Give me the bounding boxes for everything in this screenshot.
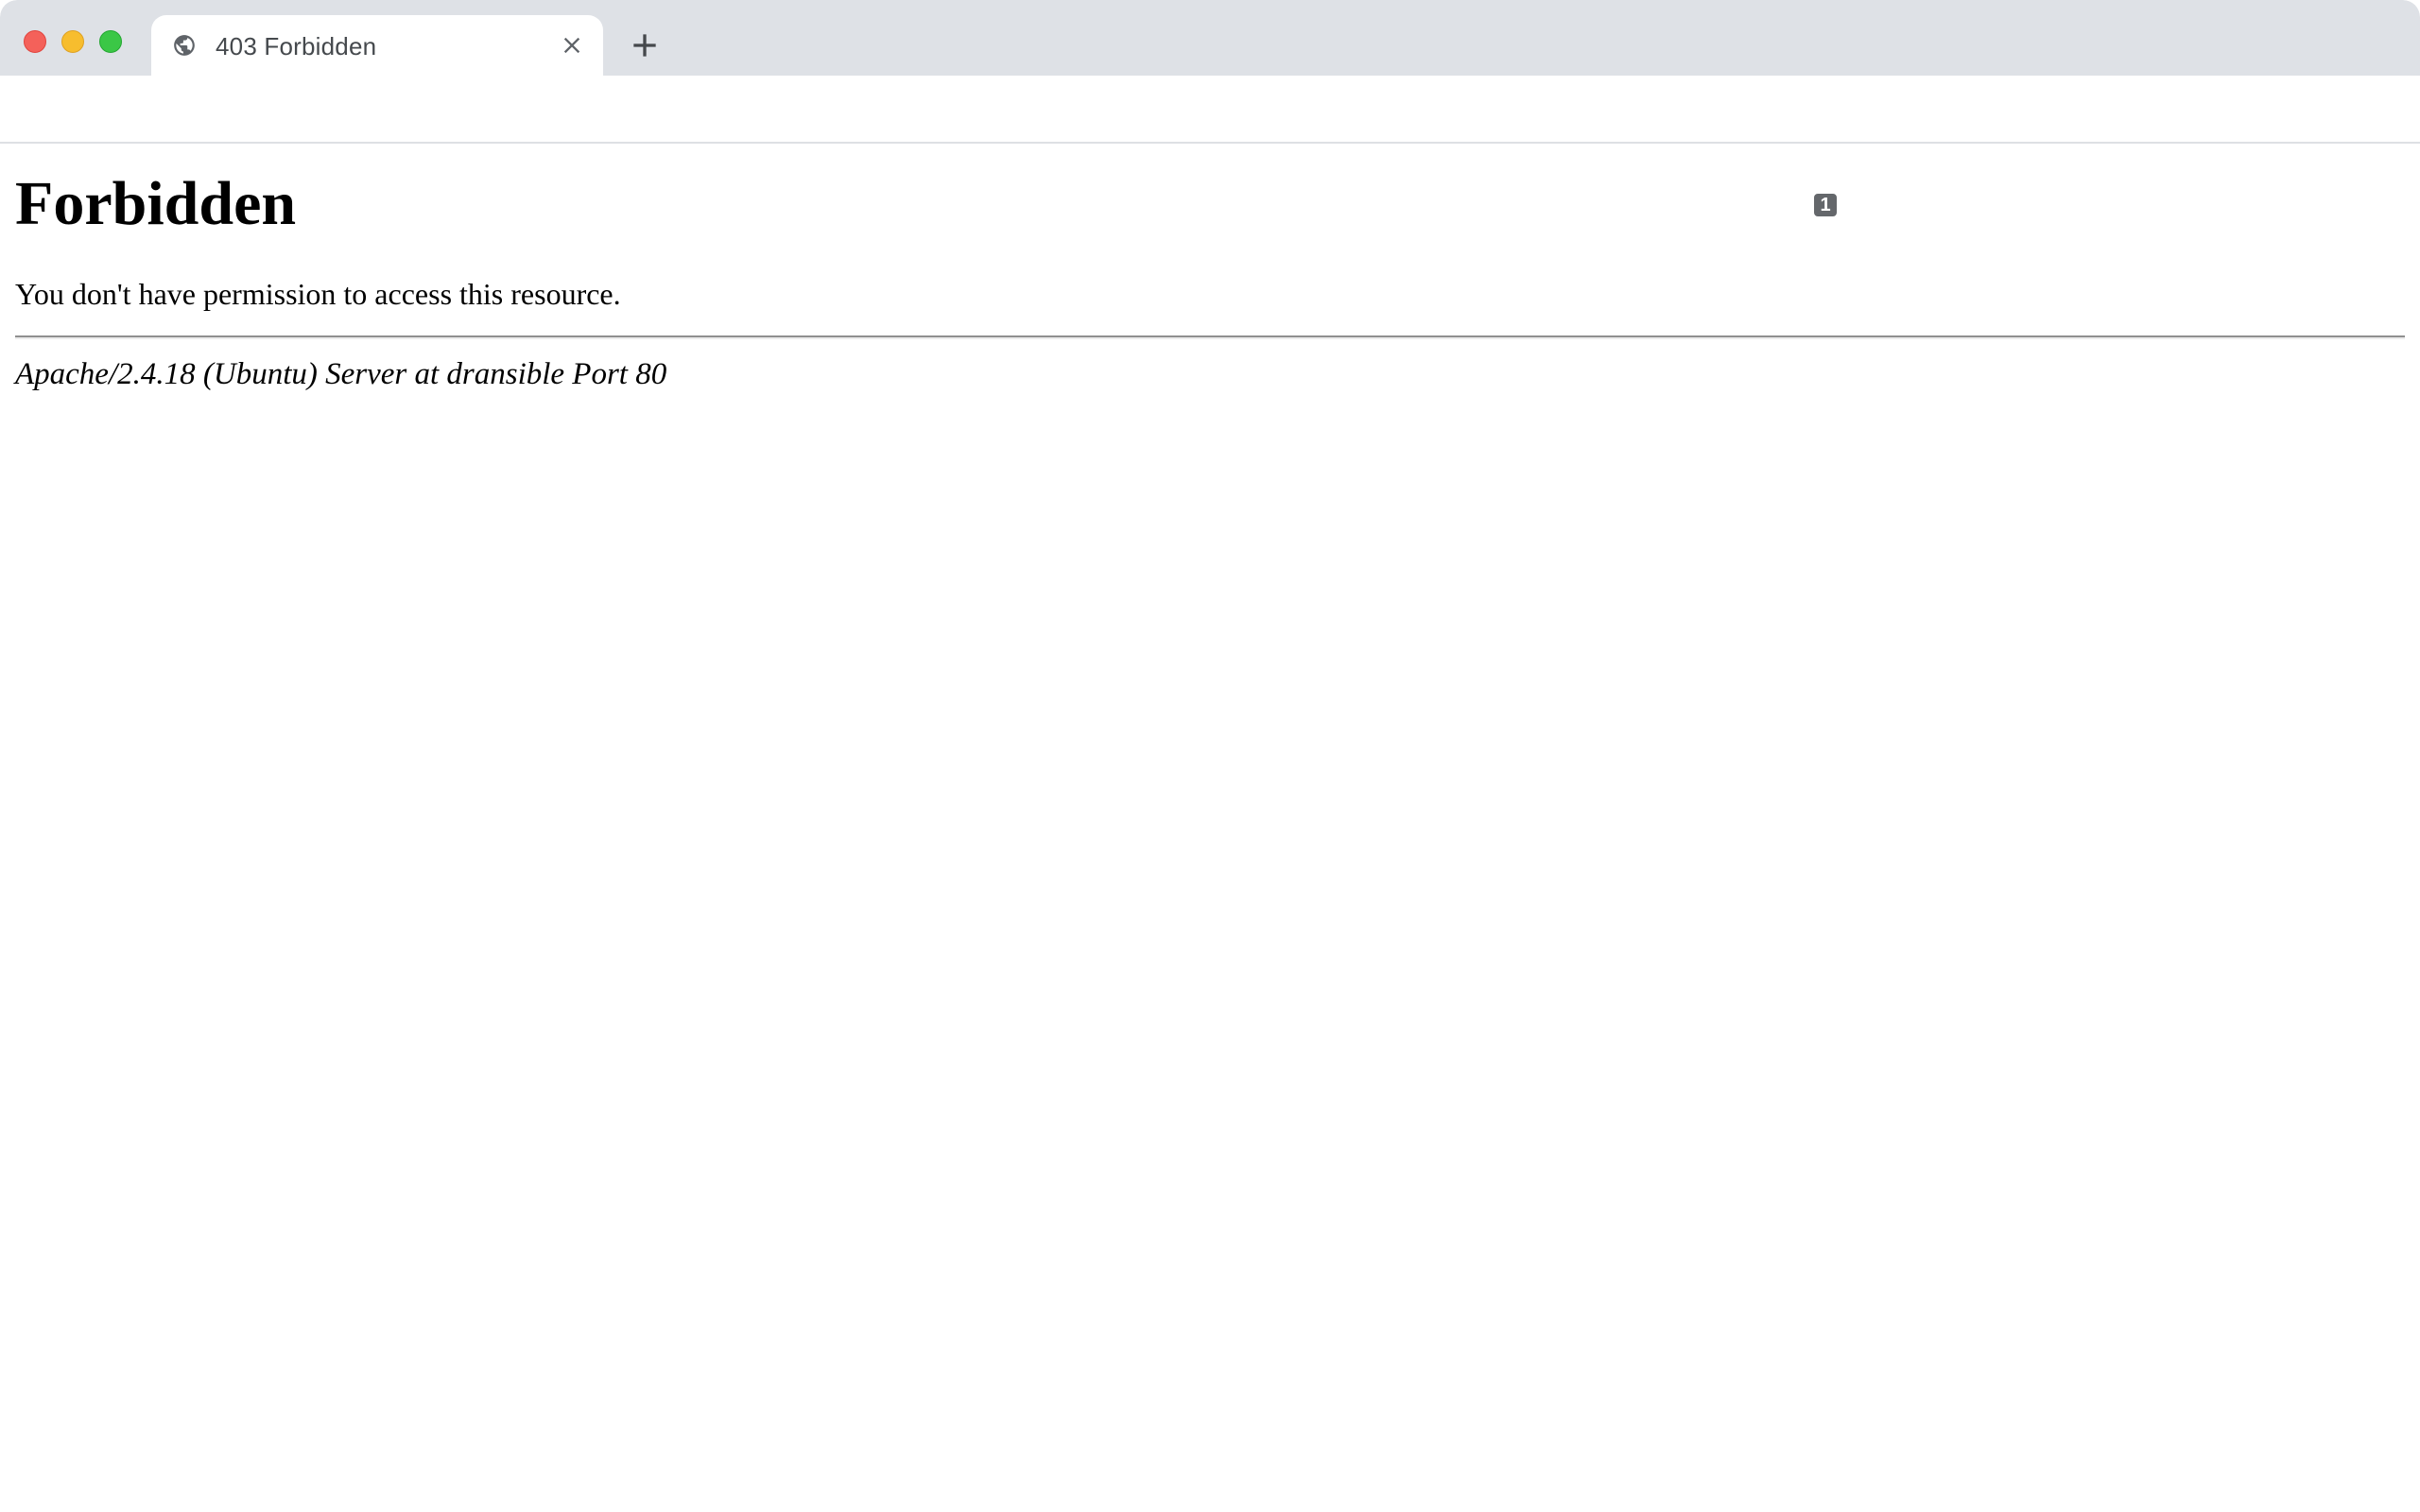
page-title: Forbidden [15,170,2405,239]
close-button[interactable] [24,30,46,53]
divider [15,335,2405,339]
zoom-button[interactable] [99,30,122,53]
tab-403-forbidden[interactable]: 403 Forbidden [151,15,603,76]
new-tab-button[interactable] [626,26,664,64]
globe-icon [172,33,197,58]
minimize-button[interactable] [61,30,84,53]
window-controls [24,30,122,53]
error-message: You don't have permission to access this… [15,277,2405,312]
tab-close-icon[interactable] [558,31,586,60]
tab-title: 403 Forbidden [216,32,376,61]
browser-window: 403 Forbidden [0,0,2420,1512]
server-signature: Apache/2.4.18 (Ubuntu) Server at dransib… [15,356,2405,394]
error-page: Forbidden You don't have permission to a… [0,146,2420,1512]
tab-strip: 403 Forbidden [0,0,2420,76]
extension-badge: 1 [1812,192,1839,218]
browser-toolbar: Not Secure dransible/ 1 U V [0,76,2420,144]
